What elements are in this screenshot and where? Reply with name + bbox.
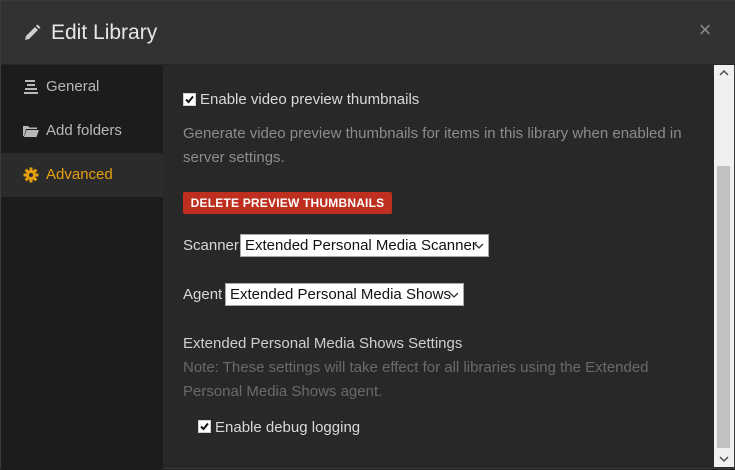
folder-icon	[23, 126, 39, 137]
debug-logging-checkbox[interactable]	[198, 420, 211, 433]
agent-settings-note-cont: Personal Media Shows agent.	[183, 383, 383, 400]
preview-thumbnails-label: Enable video preview thumbnails	[200, 91, 420, 108]
checkmark-icon	[200, 422, 209, 431]
sidebar: General Add folders Advanced	[1, 65, 163, 470]
agent-settings-heading: Extended Personal Media Shows Settings	[183, 335, 463, 352]
agent-settings-note: Note: These settings will take effect fo…	[183, 359, 649, 376]
sidebar-item-label: Add folders	[46, 122, 122, 139]
debug-logging-label: Enable debug logging	[215, 419, 361, 436]
scroll-down-arrow-icon[interactable]	[714, 450, 734, 467]
agent-select-value: Extended Personal Media Shows	[230, 286, 451, 303]
chevron-down-icon	[449, 292, 459, 298]
agent-label: Agent	[183, 286, 223, 303]
agent-select[interactable]: Extended Personal Media Shows	[225, 283, 464, 306]
close-icon[interactable]: ×	[695, 18, 715, 42]
dialog-title: Edit Library	[51, 21, 158, 44]
scrollbar-thumb[interactable]	[717, 166, 730, 448]
pencil-icon	[25, 24, 41, 40]
sidebar-item-add-folders[interactable]: Add folders	[1, 109, 163, 153]
sidebar-item-label: Advanced	[46, 166, 113, 183]
edit-library-dialog: Edit Library × General Add folders Advan…	[0, 0, 735, 470]
sidebar-item-general[interactable]: General	[1, 65, 163, 109]
sidebar-item-label: General	[46, 78, 100, 95]
scroll-up-arrow-icon[interactable]	[714, 65, 734, 82]
sidebar-item-advanced[interactable]: Advanced	[1, 153, 163, 197]
vertical-scrollbar[interactable]	[714, 65, 734, 467]
chevron-down-icon	[474, 243, 484, 249]
preview-thumbnails-checkbox[interactable]	[183, 93, 196, 106]
list-icon	[24, 80, 38, 94]
advanced-settings-panel: Enable video preview thumbnails Generate…	[163, 65, 714, 463]
preview-thumbnails-help-cont: server settings.	[183, 149, 285, 166]
scanner-select[interactable]: Extended Personal Media Scanner	[240, 234, 489, 257]
preview-thumbnails-help: Generate video preview thumbnails for it…	[183, 125, 682, 142]
scanner-label: Scanner	[183, 237, 239, 254]
gear-icon	[23, 167, 39, 183]
scanner-select-value: Extended Personal Media Scanner	[245, 237, 477, 254]
delete-preview-thumbnails-button[interactable]: DELETE PREVIEW THUMBNAILS	[183, 192, 392, 214]
dialog-header: Edit Library ×	[1, 1, 735, 65]
checkmark-icon	[185, 95, 194, 104]
